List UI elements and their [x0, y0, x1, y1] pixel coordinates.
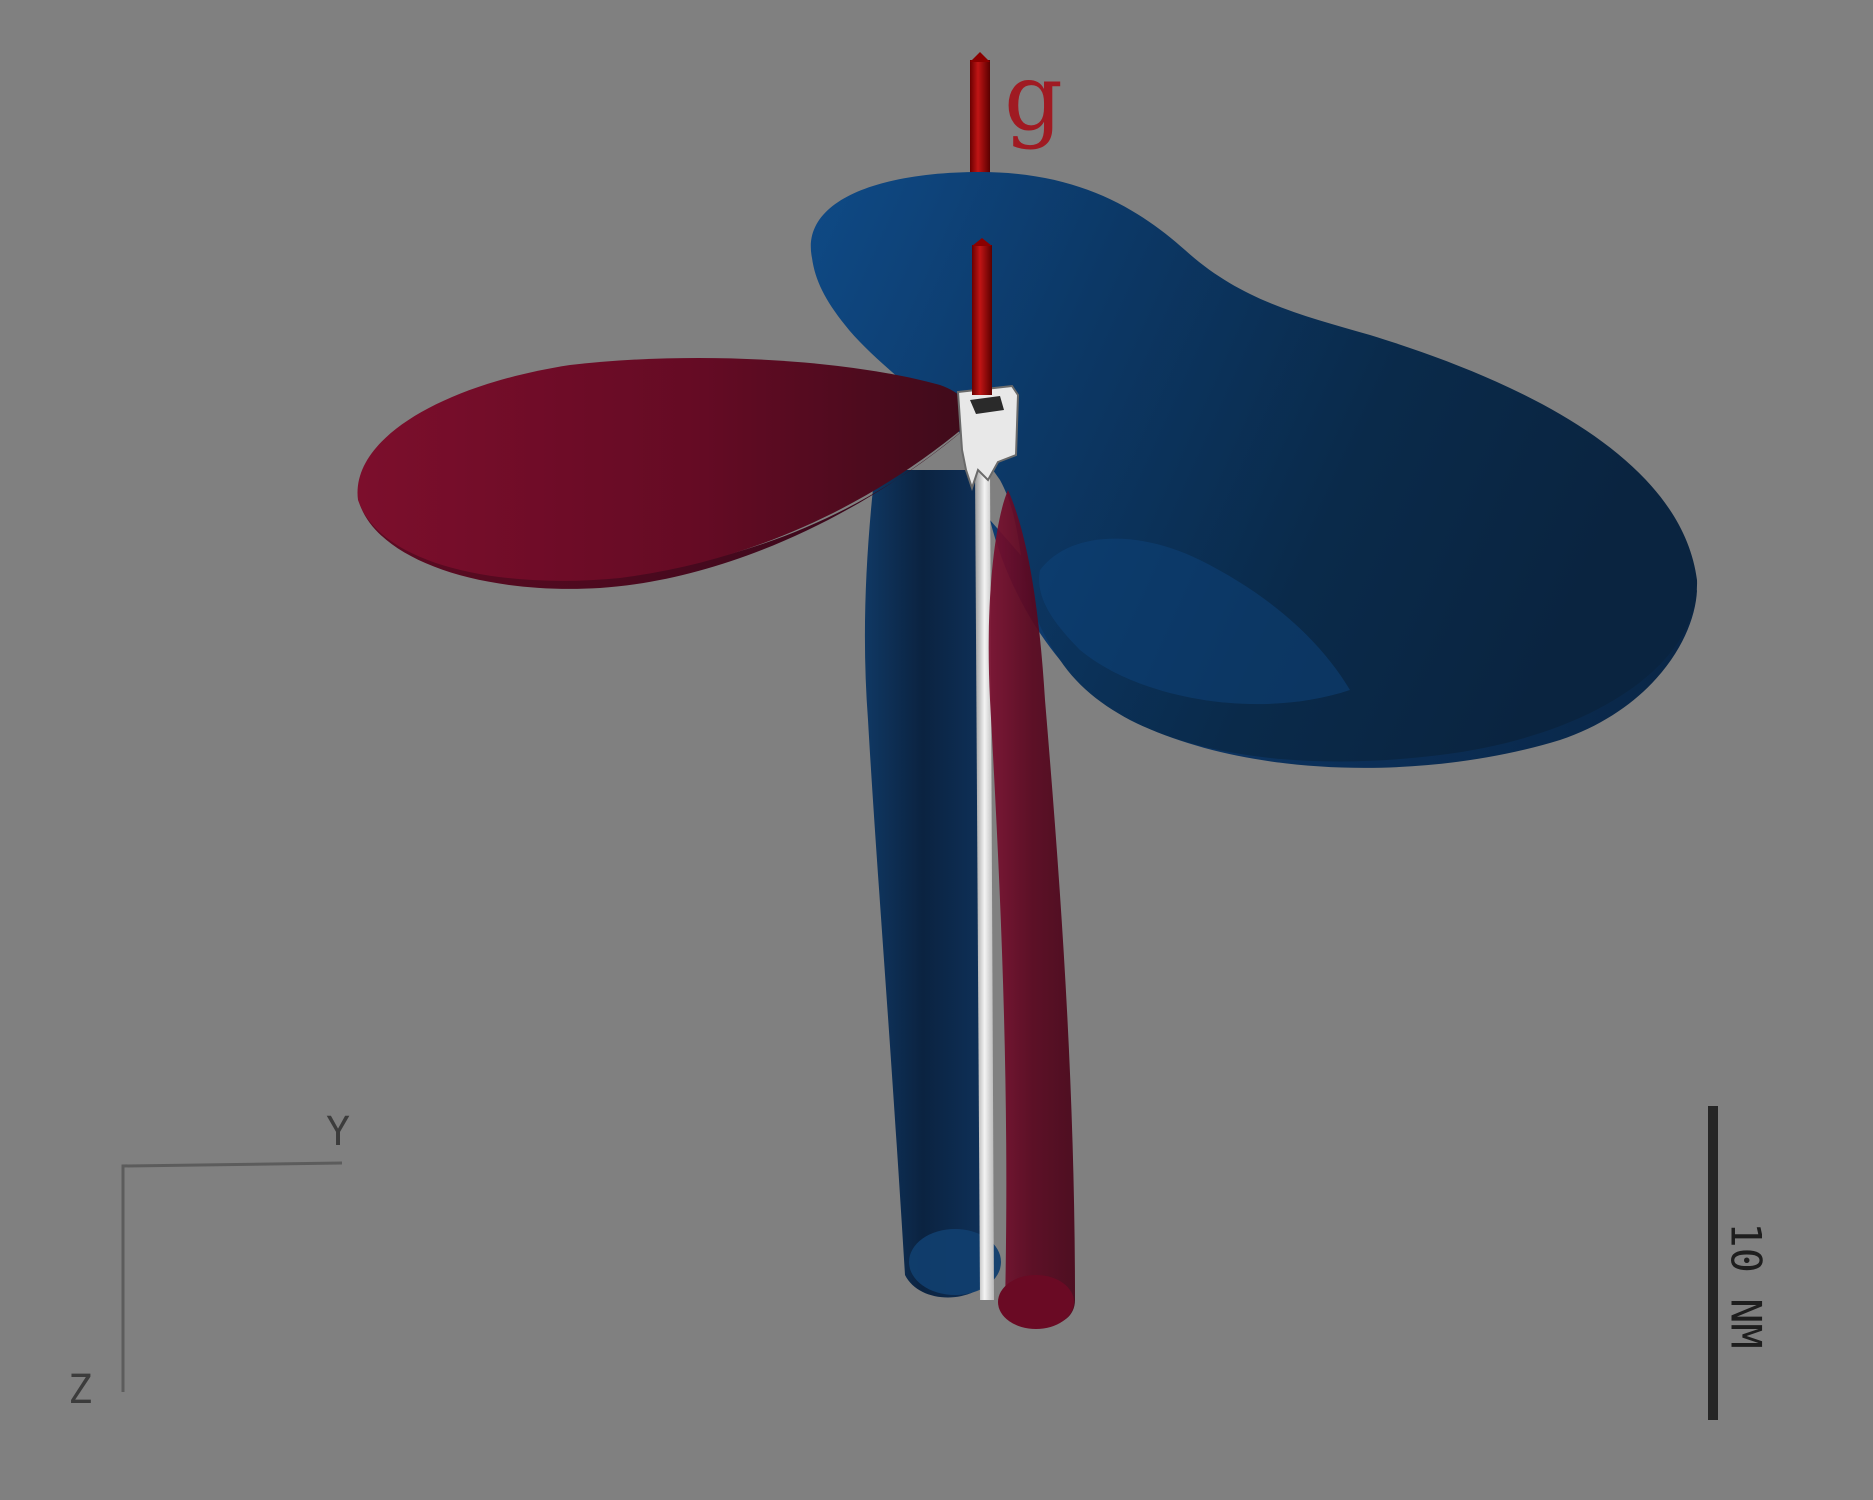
scale-bar-label-wrapper: 10 NM: [1716, 1195, 1776, 1375]
axis-z-label: Z: [68, 1367, 93, 1413]
3d-scene[interactable]: [0, 0, 1873, 1500]
scale-bar-label: 10 NM: [1721, 1221, 1771, 1349]
axis-y-label: Y: [326, 1109, 351, 1155]
blue-tube-lower: [864, 470, 993, 1298]
render-viewport[interactable]: g Y Z 10 NM: [0, 0, 1873, 1500]
orientation-axes-lines: [121, 1161, 343, 1392]
g-vector-rod-lower: [972, 245, 992, 395]
red-tube-end-cap: [998, 1275, 1074, 1329]
g-vector-arrow-tip: [970, 52, 990, 62]
g-vector-label: g: [1004, 44, 1063, 151]
